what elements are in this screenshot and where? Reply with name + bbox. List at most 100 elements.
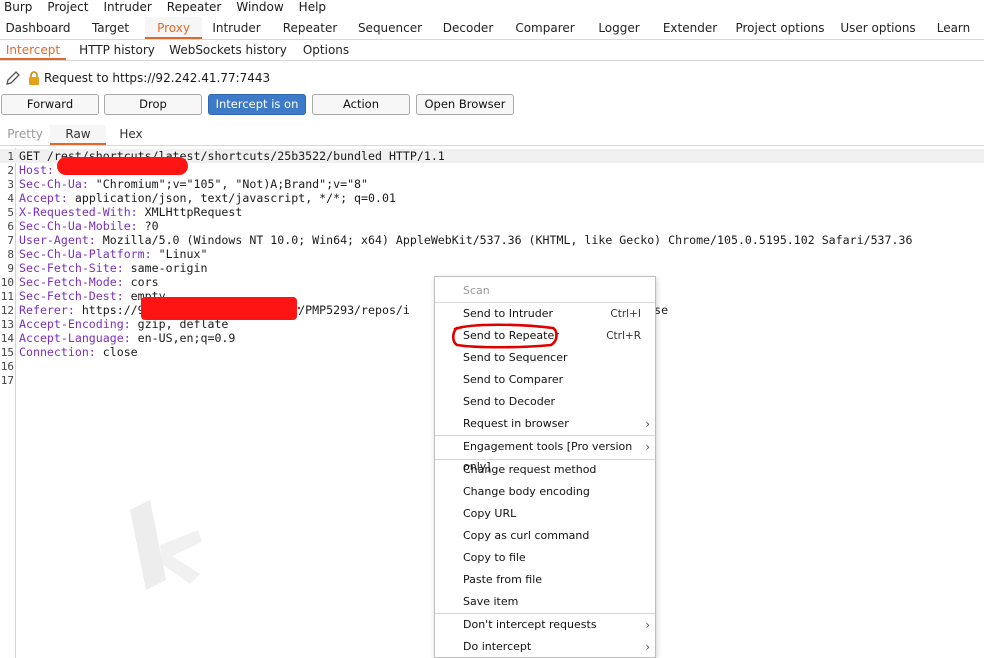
subtab-websockets-history[interactable]: WebSockets history xyxy=(168,40,288,60)
tab-project-options[interactable]: Project options xyxy=(727,17,833,39)
request-line[interactable]: 7 User-Agent: Mozilla/5.0 (Windows NT 10.… xyxy=(0,233,984,247)
referer-redaction-1 xyxy=(141,297,297,320)
line-content: Accept-Language: en-US,en;q=0.9 xyxy=(19,331,235,345)
menu-item-copy-url[interactable]: Copy URL xyxy=(435,504,655,524)
menu-project[interactable]: Project xyxy=(43,0,91,16)
line-number: 2 xyxy=(7,164,14,177)
tab-target[interactable]: Target xyxy=(76,17,145,39)
request-line[interactable]: 6 Sec-Ch-Ua-Mobile: ?0 xyxy=(0,219,984,233)
request-line[interactable]: 9 Sec-Fetch-Site: same-origin xyxy=(0,261,984,275)
menu-item-change-body-encoding[interactable]: Change body encoding xyxy=(435,482,655,502)
menu-item-send-to-sequencer[interactable]: Send to Sequencer xyxy=(435,348,655,368)
menu-item-label: Do intercept xyxy=(463,640,532,653)
tab-intruder[interactable]: Intruder xyxy=(202,17,271,39)
line-content: Sec-Fetch-Site: same-origin xyxy=(19,261,207,275)
menu-item-label: Change body encoding xyxy=(463,485,590,498)
chevron-right-icon: › xyxy=(645,618,650,632)
tab-repeater[interactable]: Repeater xyxy=(271,17,349,39)
open-browser-button[interactable]: Open Browser xyxy=(416,94,514,115)
request-line[interactable]: 5 X-Requested-With: XMLHttpRequest xyxy=(0,205,984,219)
main-tab-bar: Dashboard Target Proxy Intruder Repeater… xyxy=(0,17,984,40)
line-number: 3 xyxy=(7,178,14,191)
menu-item-copy-to-file[interactable]: Copy to file xyxy=(435,548,655,568)
line-number: 11 xyxy=(0,290,14,303)
tab-logger[interactable]: Logger xyxy=(585,17,653,39)
header-name: Referer: xyxy=(19,303,75,317)
line-number: 12 xyxy=(0,304,14,317)
line-number: 6 xyxy=(7,220,14,233)
header-value: cors xyxy=(123,275,159,289)
header-name: Accept: xyxy=(19,191,68,205)
menu-burp[interactable]: Burp xyxy=(0,0,35,16)
tab-dashboard[interactable]: Dashboard xyxy=(0,17,76,39)
subtab-intercept[interactable]: Intercept xyxy=(0,40,66,60)
header-name: Sec-Fetch-Mode: xyxy=(19,275,124,289)
header-value: XMLHttpRequest xyxy=(137,205,243,219)
line-content: Host: xyxy=(19,163,54,177)
host-redaction xyxy=(57,157,188,175)
header-value: close xyxy=(95,345,138,359)
menu-item-label: Send to Decoder xyxy=(463,395,556,408)
header-name: X-Requested-With: xyxy=(19,205,138,219)
menu-intruder[interactable]: Intruder xyxy=(99,0,154,16)
menu-item-label: Send to Intruder xyxy=(463,307,554,320)
proxy-subtab-bar: Intercept HTTP history WebSockets histor… xyxy=(0,40,984,61)
tab-sequencer[interactable]: Sequencer xyxy=(349,17,431,39)
tab-hex[interactable]: Hex xyxy=(106,125,156,145)
forward-button[interactable]: Forward xyxy=(1,94,99,115)
burp-watermark-logo xyxy=(130,500,202,590)
request-line[interactable]: 4 Accept: application/json, text/javascri… xyxy=(0,191,984,205)
tab-learn[interactable]: Learn xyxy=(923,17,984,39)
menu-item-change-request-method[interactable]: Change request method xyxy=(435,460,655,480)
intercept-toggle-button[interactable]: Intercept is on xyxy=(208,94,306,115)
menu-item-label: Copy to file xyxy=(463,551,526,564)
menu-item-send-to-comparer[interactable]: Send to Comparer xyxy=(435,370,655,390)
header-name: Host: xyxy=(19,163,54,177)
line-number: 17 xyxy=(0,374,14,387)
request-info: Request to https://92.242.41.77:7443 xyxy=(4,69,270,87)
drop-button[interactable]: Drop xyxy=(104,94,202,115)
request-line[interactable]: 3 Sec-Ch-Ua: "Chromium";v="105", "Not)A;B… xyxy=(0,177,984,191)
line-content: Accept: application/json, text/javascrip… xyxy=(19,191,396,205)
tab-pretty[interactable]: Pretty xyxy=(0,125,50,145)
menu-item-save-item[interactable]: Save item xyxy=(435,592,655,612)
menu-help[interactable]: Help xyxy=(295,0,329,16)
tab-raw[interactable]: Raw xyxy=(50,125,106,145)
subtab-options[interactable]: Options xyxy=(288,40,364,60)
header-name: Sec-Ch-Ua: xyxy=(19,177,89,191)
menu-item-engagement-tools-pro-version-only[interactable]: Engagement tools [Pro version only] › xyxy=(435,437,655,473)
header-name: Accept-Encoding: xyxy=(19,317,131,331)
line-content: X-Requested-With: XMLHttpRequest xyxy=(19,205,242,219)
menu-item-send-to-decoder[interactable]: Send to Decoder xyxy=(435,392,655,412)
menu-separator xyxy=(435,435,655,436)
menu-item-label: Paste from file xyxy=(463,573,543,586)
menu-item-paste-from-file[interactable]: Paste from file xyxy=(435,570,655,590)
menu-separator xyxy=(435,302,655,303)
menu-item-shortcut: Ctrl+I xyxy=(610,308,641,320)
tab-proxy[interactable]: Proxy xyxy=(145,17,202,39)
menu-item-request-in-browser[interactable]: Request in browser › xyxy=(435,414,655,434)
tab-user-options[interactable]: User options xyxy=(833,17,923,39)
line-content: Sec-Ch-Ua: "Chromium";v="105", "Not)A;Br… xyxy=(19,177,368,191)
menu-separator xyxy=(435,613,655,614)
tab-extender[interactable]: Extender xyxy=(653,17,727,39)
menu-window[interactable]: Window xyxy=(232,0,286,16)
menu-item-copy-as-curl-command[interactable]: Copy as curl command xyxy=(435,526,655,546)
header-value: "Linux" xyxy=(151,247,208,261)
line-number: 15 xyxy=(0,346,14,359)
action-button[interactable]: Action xyxy=(312,94,410,115)
menu-item-scan: Scan xyxy=(435,281,655,301)
line-content: Sec-Ch-Ua-Platform: "Linux" xyxy=(19,247,207,261)
menu-item-label: Change request method xyxy=(463,463,597,476)
tab-comparer[interactable]: Comparer xyxy=(505,17,585,39)
line-content: Connection: close xyxy=(19,345,138,359)
menu-item-do-intercept[interactable]: Do intercept › xyxy=(435,637,655,657)
menu-item-shortcut: Ctrl+R xyxy=(606,330,641,342)
request-line[interactable]: 8 Sec-Ch-Ua-Platform: "Linux" xyxy=(0,247,984,261)
menu-item-don-t-intercept-requests[interactable]: Don't intercept requests › xyxy=(435,615,655,635)
tab-decoder[interactable]: Decoder xyxy=(431,17,505,39)
menu-repeater[interactable]: Repeater xyxy=(163,0,225,16)
menu-item-send-to-intruder[interactable]: Send to Intruder Ctrl+I xyxy=(435,304,655,324)
subtab-http-history[interactable]: HTTP history xyxy=(66,40,168,60)
pencil-icon[interactable] xyxy=(4,69,22,87)
